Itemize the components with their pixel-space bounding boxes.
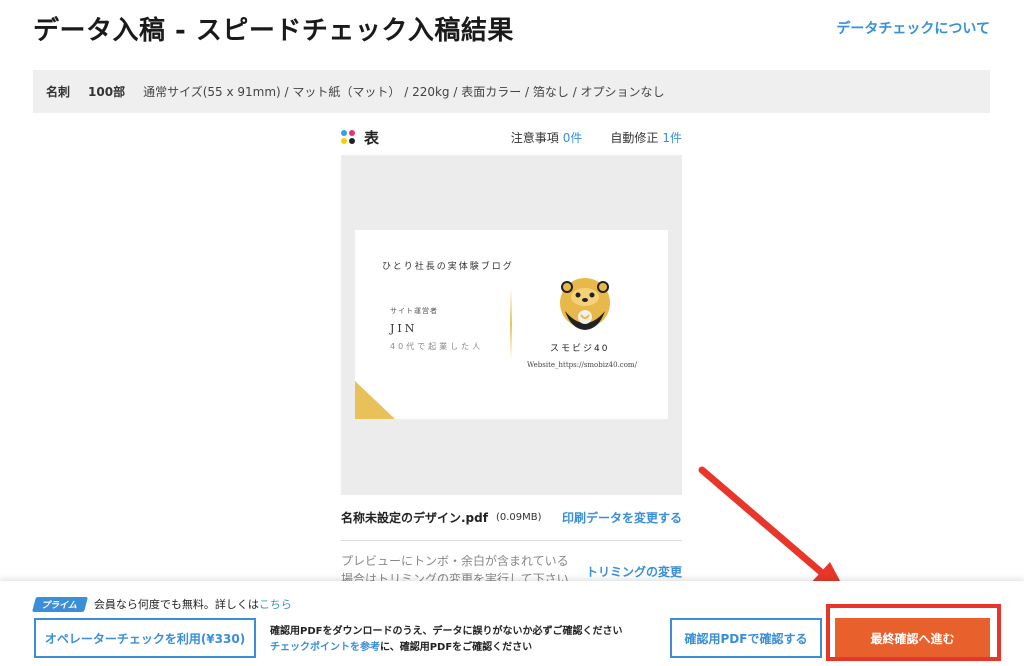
prime-badge: プライム <box>31 596 88 612</box>
spec-details: 通常サイズ(55 x 91mm) / マット紙（マット） / 220kg / 表… <box>143 85 665 99</box>
operator-check-button[interactable]: オペレーターチェックを利用(¥330) <box>34 618 256 658</box>
change-print-data-link[interactable]: 印刷データを変更する <box>562 509 682 526</box>
file-size: (0.09MB) <box>495 511 542 523</box>
card-divider <box>510 288 512 360</box>
quantity: 100部 <box>88 85 126 99</box>
notice-line2: に、確認用PDFをご確認ください <box>380 642 533 653</box>
notice-line1: 確認用PDFをダウンロードのうえ、データに誤りがないか必ずご確認ください <box>270 626 623 637</box>
prime-text: 会員なら何度でも無料。詳しくは <box>93 598 259 611</box>
product-name: 名刺 <box>46 85 71 99</box>
pdf-confirm-notice: 確認用PDFをダウンロードのうえ、データに誤りがないか必ずご確認ください チェッ… <box>270 624 622 656</box>
bottom-action-bar: プライム 会員なら何度でも無料。詳しくは こちら オペレーターチェックを利用(¥… <box>0 581 1024 666</box>
cmyk-color-icon <box>341 129 356 145</box>
prime-member-note: プライム 会員なら何度でも無料。詳しくは こちら <box>31 596 292 612</box>
card-role: サイト運営者 <box>390 307 438 315</box>
file-info-row: 名称未設定のデザイン.pdf (0.09MB) 印刷データを変更する <box>341 506 682 528</box>
card-name: JIN <box>390 322 418 335</box>
final-confirm-button[interactable]: 最終確認へ進む <box>835 618 990 658</box>
card-brand: スモビジ40 <box>550 344 610 354</box>
row-divider <box>341 540 682 541</box>
preview-header: 表 注意事項 0件 自動修正 1件 <box>341 126 682 148</box>
card-tagline: 40代で起業した人 <box>390 342 484 351</box>
otter-mascot-icon <box>560 278 610 330</box>
print-preview: ひとり社長の実体験ブログ サイト運営者 JIN 40代で起業した人 スモビジ40… <box>341 155 682 495</box>
file-name: 名称未設定のデザイン.pdf <box>341 510 488 525</box>
order-spec-bar: 名刺 100部 通常サイズ(55 x 91mm) / マット紙（マット） / 2… <box>33 70 990 113</box>
autofix-count[interactable]: 自動修正 1件 <box>610 129 682 146</box>
notes-count[interactable]: 注意事項 0件 <box>511 129 583 146</box>
trim-change-link[interactable]: トリミングの変更 <box>586 563 682 580</box>
card-corner-accent <box>355 381 395 419</box>
prime-details-link[interactable]: こちら <box>259 596 292 612</box>
checkpoint-link[interactable]: チェックポイントを参考 <box>270 642 380 653</box>
business-card-preview: ひとり社長の実体験ブログ サイト運営者 JIN 40代で起業した人 スモビジ40… <box>355 230 668 419</box>
data-check-help-link[interactable]: データチェックについて <box>836 18 990 38</box>
page-title: データ入稿 - スピードチェック入稿結果 <box>33 16 514 46</box>
card-website: Website_https://smobiz40.com/ <box>527 361 637 369</box>
confirm-pdf-button[interactable]: 確認用PDFで確認する <box>670 618 822 658</box>
side-label-front: 表 <box>364 128 380 147</box>
card-blog-title: ひとり社長の実体験ブログ <box>382 262 514 272</box>
